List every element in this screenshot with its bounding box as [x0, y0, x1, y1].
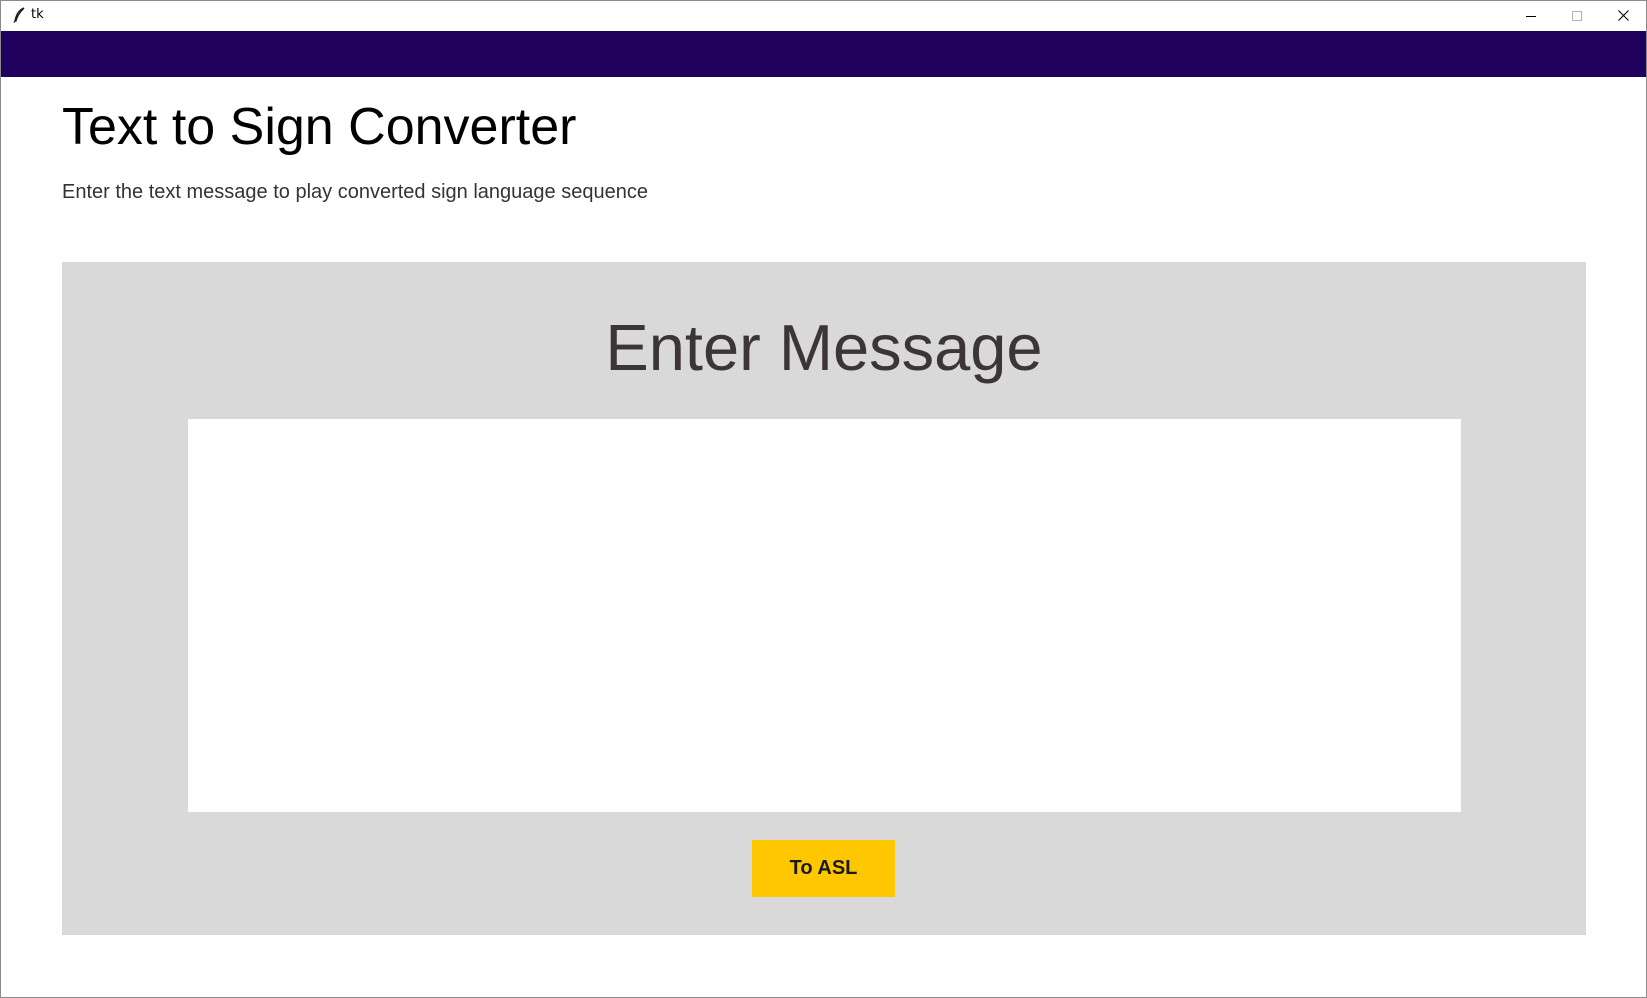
page-subtitle: Enter the text message to play converted…	[62, 181, 648, 203]
title-bar[interactable]: tk	[1, 1, 1646, 30]
maximize-icon	[1572, 10, 1582, 21]
close-button[interactable]	[1600, 1, 1646, 30]
close-icon	[1617, 10, 1629, 21]
panel-heading: Enter Message	[605, 311, 1043, 384]
page-title: Text to Sign Converter	[62, 98, 577, 156]
window-title: tk	[31, 7, 44, 22]
maximize-button[interactable]	[1554, 1, 1600, 30]
minimize-button[interactable]	[1508, 1, 1554, 30]
minimize-icon	[1526, 15, 1536, 17]
to-asl-button[interactable]: To ASL	[752, 840, 895, 897]
message-panel: Enter Message To ASL	[62, 262, 1586, 935]
feather-icon	[12, 7, 26, 23]
header-band	[1, 31, 1646, 77]
message-input[interactable]	[188, 419, 1461, 812]
app-window: tk Text to Sign Converter Enter the text…	[0, 0, 1647, 998]
